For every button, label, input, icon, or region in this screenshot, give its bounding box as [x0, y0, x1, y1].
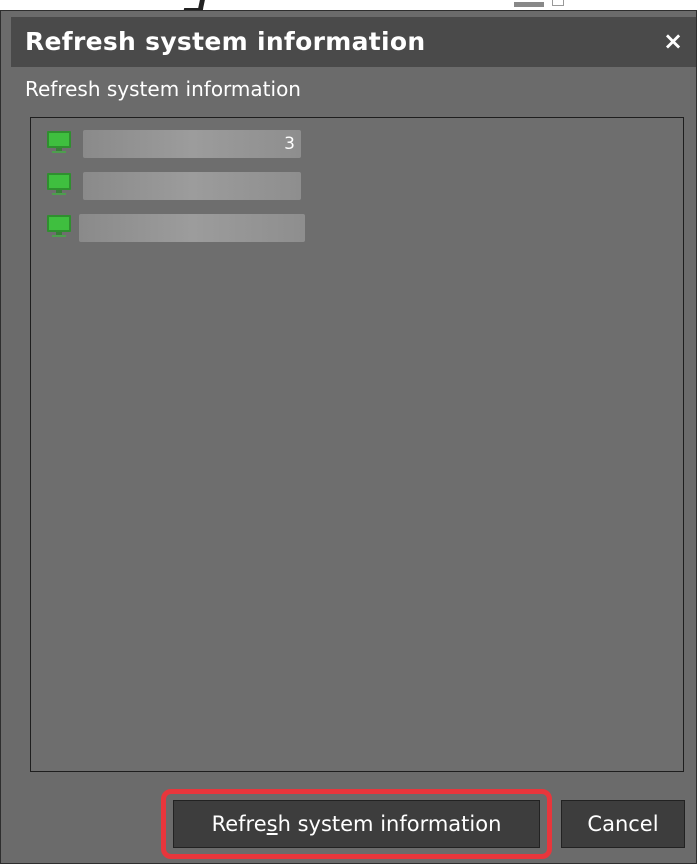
cancel-button[interactable]: Cancel [561, 800, 685, 848]
refresh-button-mnemonic: s [266, 812, 278, 836]
list-item-label [83, 172, 301, 200]
background-text-fragment [514, 2, 544, 7]
screen: Refresh system information × Refresh sys… [0, 0, 697, 864]
refresh-button-label-prefix: Refre [211, 812, 267, 836]
list-item[interactable]: 3 [45, 126, 325, 158]
refresh-button-label-suffix: h system information [277, 812, 502, 836]
list-item[interactable] [45, 210, 325, 242]
dialog-title: Refresh system information [25, 27, 426, 56]
list-item-label: 3 [83, 130, 301, 158]
system-list[interactable]: 3 [30, 117, 684, 772]
dialog-titlebar: Refresh system information × [11, 17, 696, 67]
dialog-subtitle: Refresh system information [25, 77, 301, 101]
close-icon: × [662, 27, 684, 55]
list-item-label [79, 214, 305, 242]
monitor-icon [47, 131, 71, 153]
close-button[interactable]: × [658, 26, 688, 56]
monitor-icon [47, 215, 71, 237]
list-item[interactable] [45, 168, 325, 200]
refresh-system-information-button[interactable]: Refresh system information [173, 800, 540, 848]
refresh-system-information-dialog: Refresh system information × Refresh sys… [0, 10, 697, 864]
monitor-icon [47, 173, 71, 195]
background-icon-fragment [552, 0, 564, 6]
list-item-label-text: 3 [284, 134, 295, 154]
